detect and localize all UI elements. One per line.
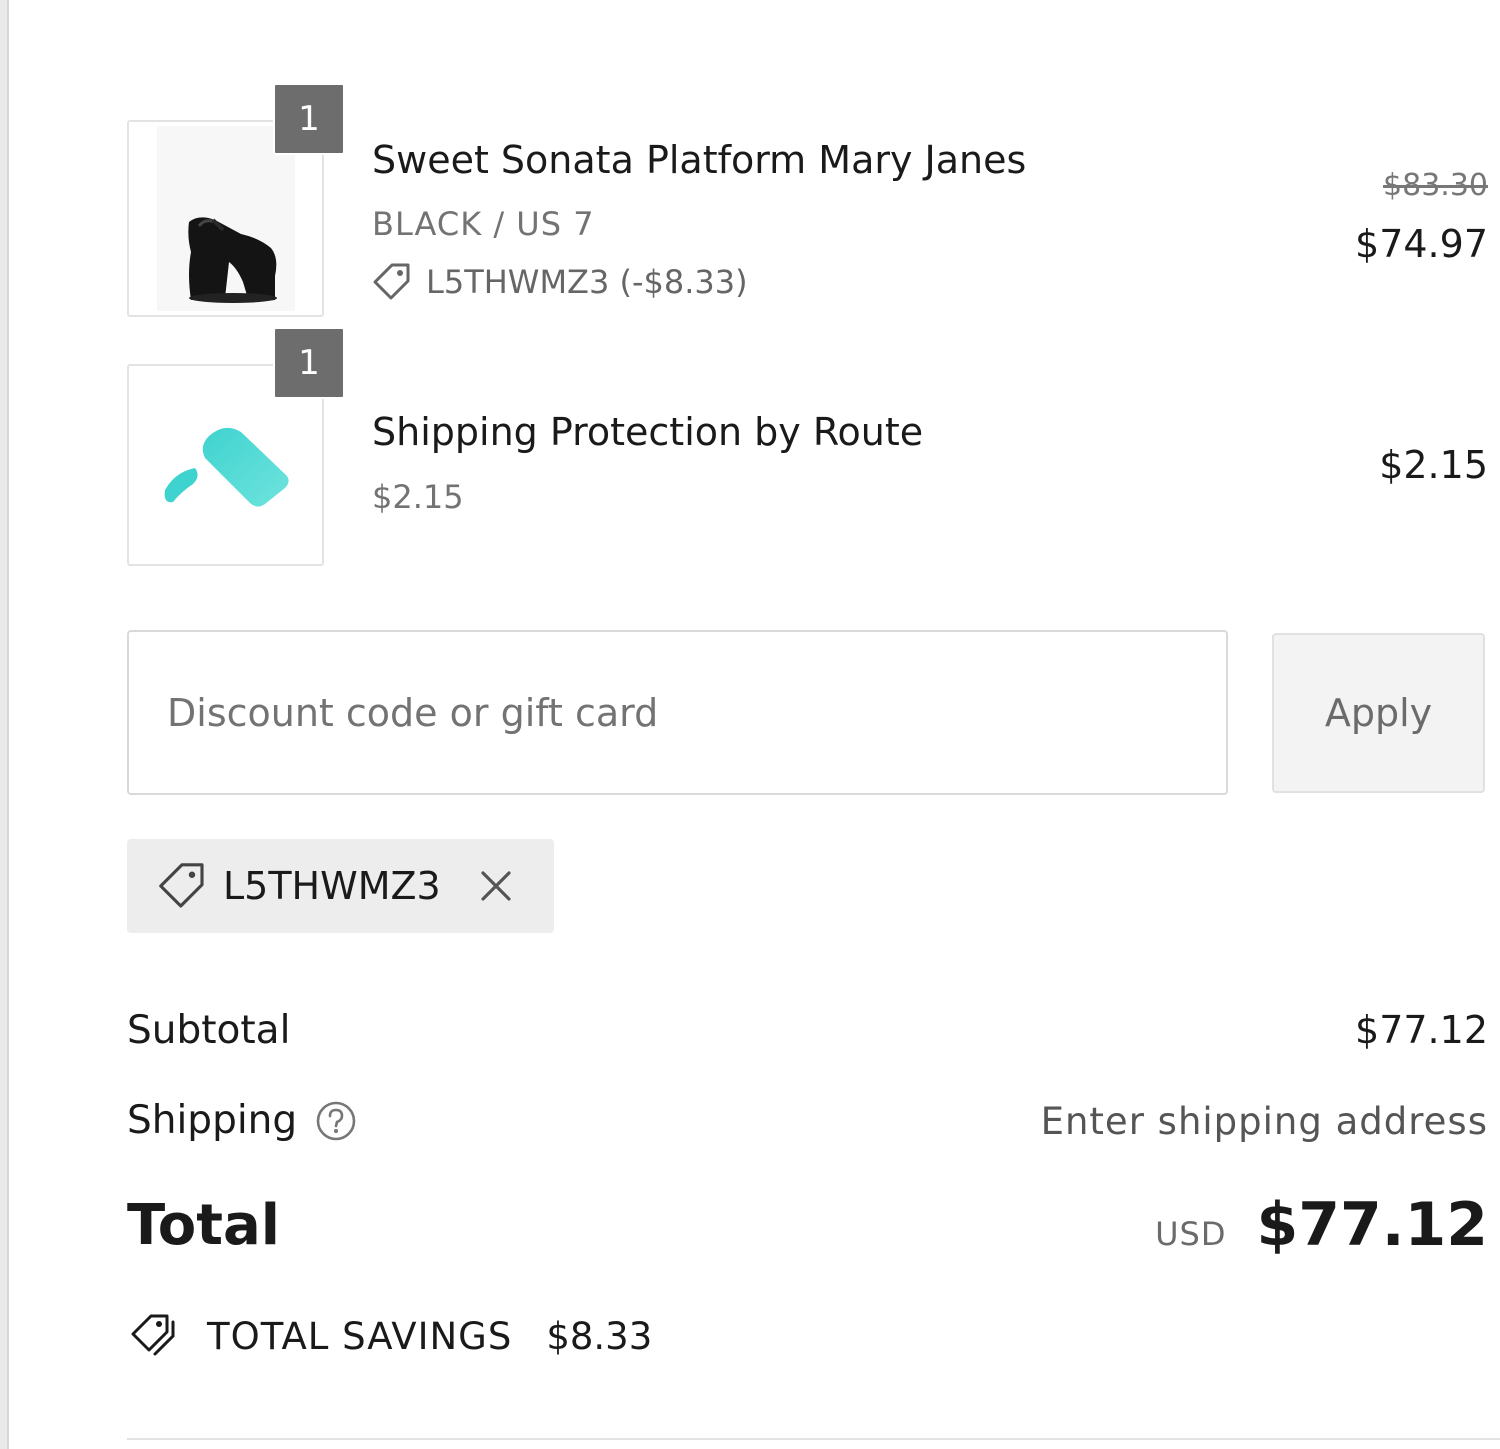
help-circle-icon[interactable] bbox=[315, 1100, 357, 1142]
total-savings: TOTAL SAVINGS $8.33 bbox=[127, 1310, 652, 1362]
line-price: $2.15 bbox=[1379, 443, 1488, 487]
close-icon bbox=[481, 871, 511, 901]
shipping-label-text: Shipping bbox=[127, 1098, 298, 1143]
quantity-badge: 1 bbox=[273, 327, 345, 399]
quantity-badge: 1 bbox=[273, 83, 345, 155]
line-price: $74.97 bbox=[1355, 222, 1488, 266]
tag-icon bbox=[373, 263, 410, 300]
section-divider bbox=[127, 1438, 1500, 1440]
total-amount: $77.12 bbox=[1256, 1190, 1488, 1260]
sidebar-divider bbox=[0, 0, 9, 1449]
product-title: Shipping Protection by Route bbox=[372, 410, 924, 454]
subtotal-label-text: Subtotal bbox=[127, 1008, 291, 1053]
subtotal-value: $77.12 bbox=[1355, 1008, 1488, 1052]
product-discount-label: L5THWMZ3 (-$8.33) bbox=[426, 263, 748, 301]
product-title: Sweet Sonata Platform Mary Janes bbox=[372, 138, 1027, 182]
applied-code-label: L5THWMZ3 bbox=[223, 864, 441, 908]
original-price: $83.30 bbox=[1383, 168, 1488, 203]
remove-discount-button[interactable] bbox=[479, 869, 513, 903]
shipping-value: Enter shipping address bbox=[1040, 1100, 1488, 1143]
savings-tag-icon bbox=[131, 1314, 175, 1356]
product-discount: L5THWMZ3 (-$8.33) bbox=[372, 262, 748, 302]
total-value-group: USD $77.12 bbox=[1155, 1190, 1488, 1260]
apply-button[interactable]: Apply bbox=[1272, 633, 1485, 793]
discount-code-input[interactable] bbox=[127, 630, 1228, 795]
shipping-label: Shipping bbox=[127, 1098, 357, 1143]
product-subtitle: $2.15 bbox=[372, 478, 464, 516]
product-variant: BLACK / US 7 bbox=[372, 205, 595, 243]
tag-icon bbox=[159, 863, 204, 908]
applied-discount-chip: L5THWMZ3 bbox=[127, 839, 554, 933]
savings-amount: $8.33 bbox=[546, 1314, 653, 1358]
total-label: Total bbox=[127, 1193, 280, 1258]
savings-label: TOTAL SAVINGS bbox=[207, 1314, 513, 1358]
total-currency: USD bbox=[1155, 1215, 1227, 1253]
subtotal-label: Subtotal bbox=[127, 1008, 290, 1053]
